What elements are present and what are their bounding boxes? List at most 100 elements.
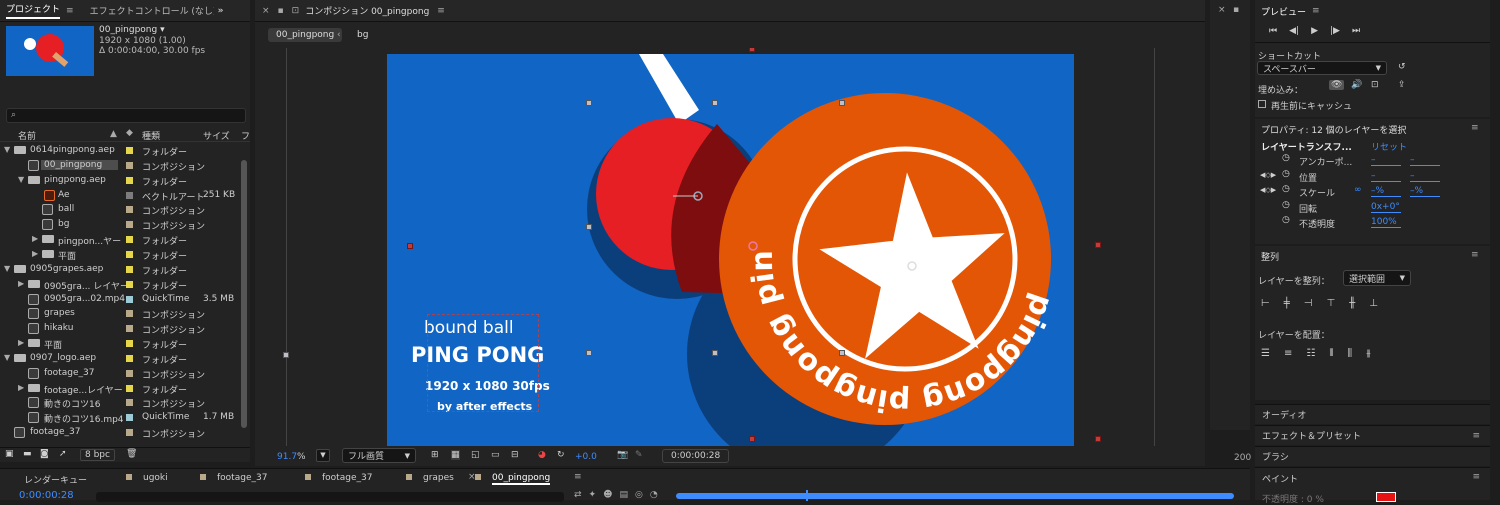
panel-menu-icon[interactable]: ≡	[1312, 6, 1320, 16]
col-type[interactable]: 種類	[142, 129, 160, 142]
label-tag-icon[interactable]: ◆	[126, 128, 133, 138]
timeline-tab[interactable]: レンダーキュー	[24, 473, 87, 486]
list-item[interactable]: ▶ footage...レイヤー フォルダー	[0, 381, 237, 396]
selection-handle[interactable]	[586, 224, 592, 230]
close-icon[interactable]: ×	[262, 6, 270, 16]
label-color-swatch[interactable]	[126, 161, 133, 169]
property-value[interactable]: –%	[1371, 186, 1401, 197]
tab-overflow-icon[interactable]: »	[218, 6, 224, 16]
stopwatch-icon[interactable]: ◷	[1282, 215, 1290, 225]
label-color-swatch[interactable]	[126, 414, 133, 422]
disclosure-open-icon[interactable]: ▼	[4, 264, 10, 273]
project-scrollbar[interactable]	[241, 160, 247, 428]
disclosure-closed-icon[interactable]: ▶	[32, 234, 38, 243]
align-right-icon[interactable]: ⊣	[1304, 298, 1313, 309]
col-size[interactable]: サイズ	[203, 129, 230, 142]
new-comp-icon[interactable]: ◙	[40, 449, 49, 459]
snapshot-icon[interactable]: 📷	[617, 450, 628, 460]
constrain-link-icon[interactable]: ∞	[1354, 185, 1362, 195]
graph-editor-icon[interactable]: ◔	[650, 490, 658, 500]
list-item[interactable]: ▼ 0905grapes.aep フォルダー	[0, 262, 237, 277]
disclosure-open-icon[interactable]: ▼	[4, 353, 10, 362]
shortcut-select[interactable]: スペースバー ▼	[1257, 61, 1387, 75]
reset-icon[interactable]: ↺	[1398, 62, 1406, 72]
selection-handle[interactable]	[712, 350, 718, 356]
close-icon[interactable]: ×	[1218, 5, 1226, 15]
timeline-tab[interactable]: footage_37	[217, 473, 267, 483]
distribute-left-icon[interactable]: ⫴	[1329, 348, 1333, 359]
label-color-swatch[interactable]	[126, 250, 133, 258]
tab-menu-icon[interactable]: ≡	[66, 6, 74, 16]
label-color-swatch[interactable]	[126, 295, 133, 303]
comp-panel-title[interactable]: コンポジション 00_pingpong	[305, 4, 429, 17]
flow-active-comp[interactable]: 00_pingpong	[268, 28, 343, 42]
motion-blur-icon[interactable]: ◎	[635, 490, 643, 500]
distribute-hcenter-icon[interactable]: ⫼	[1348, 348, 1353, 359]
comp-viewer[interactable]: pingpong pingpong pingpong bound ball PI…	[255, 48, 1205, 446]
label-color-swatch[interactable]	[126, 354, 133, 362]
frame-blend-icon[interactable]: ▤	[619, 490, 628, 500]
timeline-tab[interactable]: ugoki	[143, 473, 168, 483]
timeline-tab[interactable]: footage_37	[322, 473, 372, 483]
label-color-swatch[interactable]	[126, 340, 133, 348]
label-color-swatch[interactable]	[126, 369, 133, 377]
list-item[interactable]: 動きのコツ16 コンポジション	[0, 395, 237, 410]
list-item[interactable]: hikaku コンポジション	[0, 321, 237, 336]
disclosure-open-icon[interactable]: ▼	[4, 145, 10, 154]
list-item[interactable]: 動きのコツ16.mp4 QuickTime 1.7 MB	[0, 410, 237, 425]
list-item[interactable]: grapes コンポジション	[0, 306, 237, 321]
play-icon[interactable]: ▶	[1311, 26, 1318, 36]
list-item[interactable]: 00_pingpong コンポジション	[0, 158, 237, 173]
guide-icon[interactable]: ▭	[491, 450, 500, 460]
selection-handle[interactable]	[586, 100, 592, 106]
label-color-swatch[interactable]	[126, 236, 133, 244]
disclosure-closed-icon[interactable]: ▶	[18, 383, 24, 392]
region-icon[interactable]: ⊞	[431, 450, 439, 460]
zoom-value[interactable]: 91.7	[277, 452, 297, 462]
disclosure-closed-icon[interactable]: ▶	[32, 249, 38, 258]
exposure-reset-icon[interactable]: ↻	[557, 450, 565, 460]
list-item[interactable]: ball コンポジション	[0, 202, 237, 217]
selection-handle[interactable]	[586, 350, 592, 356]
delete-icon[interactable]: 🗑	[126, 449, 137, 459]
stopwatch-icon[interactable]: ◷	[1282, 153, 1290, 163]
first-frame-icon[interactable]: ⏮	[1269, 26, 1277, 36]
zoom-dropdown-icon[interactable]: ▼	[316, 449, 330, 462]
list-item[interactable]: footage_37 コンポジション	[0, 425, 237, 440]
list-item[interactable]: Ae ベクトルアート 251 KB	[0, 188, 237, 203]
timeline-search[interactable]	[96, 492, 564, 502]
property-value[interactable]: 0x+0°	[1371, 202, 1401, 213]
show-snapshot-icon[interactable]: ✎	[635, 450, 643, 460]
menu-square-icon[interactable]: ▪	[278, 6, 284, 16]
viewer-timecode[interactable]: 0:00:00:28	[662, 449, 730, 463]
label-color-swatch[interactable]	[126, 191, 133, 199]
selection-handle[interactable]	[1095, 436, 1101, 442]
quality-select[interactable]: フル画質 ▼	[342, 448, 416, 463]
playhead-marker[interactable]	[806, 490, 808, 501]
align-left-icon[interactable]: ⊢	[1261, 298, 1270, 309]
brush-section[interactable]: ブラシ	[1255, 446, 1490, 466]
list-item[interactable]: ▶ pingpon...ヤー フォルダー	[0, 232, 237, 247]
distribute-top-icon[interactable]: ☰	[1261, 348, 1270, 359]
list-item[interactable]: footage_37 コンポジション	[0, 366, 237, 381]
stopwatch-icon[interactable]: ◷	[1282, 200, 1290, 210]
keyframe-nav-icon[interactable]: ◀◇▶	[1260, 186, 1276, 194]
list-item[interactable]: ▼ 0614pingpong.aep フォルダー	[0, 143, 237, 158]
label-color-swatch[interactable]	[126, 325, 133, 333]
audio-section[interactable]: オーディオ	[1255, 404, 1490, 424]
property-value[interactable]: –	[1410, 155, 1440, 166]
selection-handle[interactable]	[283, 352, 289, 358]
label-color-swatch[interactable]	[126, 399, 133, 407]
interpret-footage-icon[interactable]: ▣	[5, 449, 14, 459]
stopwatch-icon[interactable]: ◷	[1282, 184, 1290, 194]
shy-icon[interactable]: ☻	[603, 490, 612, 500]
timeline-tab[interactable]: grapes	[423, 473, 454, 483]
disclosure-open-icon[interactable]: ▼	[18, 175, 24, 184]
audio-toggle-icon[interactable]: 🔊	[1351, 80, 1362, 90]
comp-mini-flow-icon[interactable]: ⇄	[574, 490, 582, 500]
grid-icon[interactable]: ⊟	[511, 450, 519, 460]
align-top-icon[interactable]: ⊤	[1326, 298, 1335, 309]
align-vcenter-icon[interactable]: ╫	[1349, 298, 1355, 309]
list-item[interactable]: ▼ pingpong.aep フォルダー	[0, 173, 237, 188]
disclosure-closed-icon[interactable]: ▶	[18, 279, 24, 288]
